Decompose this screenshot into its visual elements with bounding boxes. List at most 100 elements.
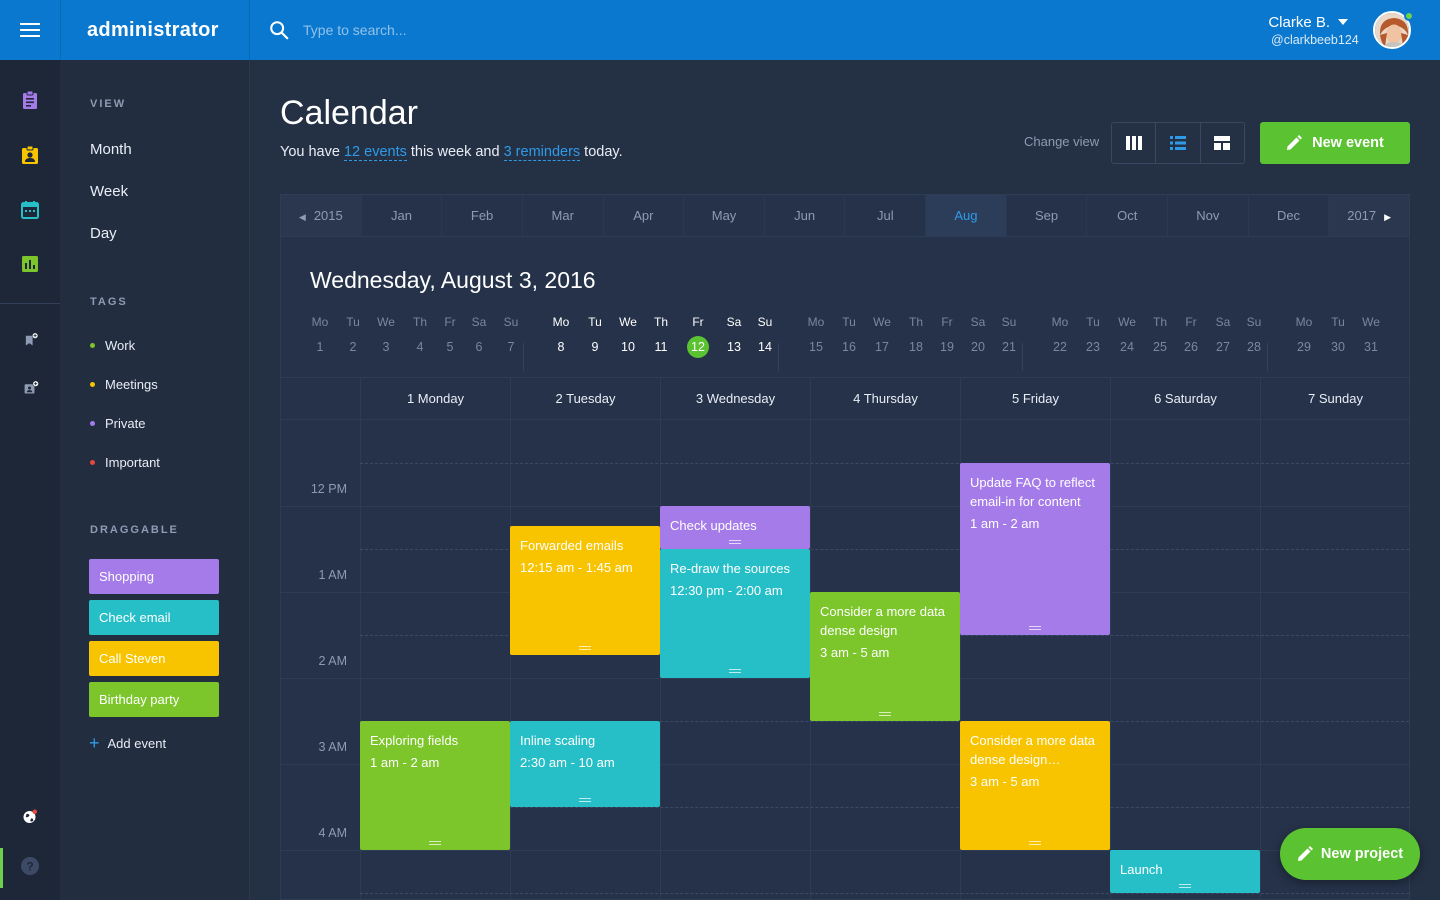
columns-view-button[interactable] — [1112, 123, 1157, 163]
calendar-event[interactable]: Consider a more data dense design 3 am - … — [810, 592, 960, 721]
tag-work[interactable]: Work — [90, 338, 135, 353]
mini-calendar-day[interactable]: Fr 12 — [683, 315, 713, 358]
calendar-event[interactable]: Forwarded emails 12:15 am - 1:45 am — [510, 525, 660, 655]
calendar-event[interactable]: Launch — [1110, 850, 1260, 893]
day-column-header[interactable]: 2 Tuesday — [510, 378, 660, 420]
mini-calendar-day[interactable]: Tu 9 — [580, 315, 610, 358]
month-feb[interactable]: Feb — [442, 195, 523, 236]
mini-calendar-day[interactable]: Sa 20 — [963, 315, 993, 358]
calendar-event[interactable]: Consider a more data dense design… 3 am -… — [960, 721, 1110, 850]
clipboard-icon[interactable] — [20, 90, 40, 110]
month-jul[interactable]: Jul — [845, 195, 927, 236]
mini-calendar-day[interactable]: Su 28 — [1239, 315, 1269, 358]
resize-handle-icon[interactable] — [579, 645, 591, 650]
next-year-button[interactable]: 2017 ▶ — [1329, 195, 1409, 236]
mini-calendar-day[interactable]: Mo 8 — [546, 315, 576, 358]
bar-chart-icon[interactable] — [20, 254, 40, 274]
tag-private[interactable]: Private — [90, 416, 145, 431]
tag-important[interactable]: Important — [90, 455, 160, 470]
resize-handle-icon[interactable] — [1029, 841, 1041, 845]
mini-calendar-day[interactable]: Mo 22 — [1045, 315, 1075, 358]
view-day-link[interactable]: Day — [90, 225, 117, 242]
calendar-event[interactable]: Check updates — [660, 506, 810, 549]
mini-calendar-day[interactable]: Tu 16 — [834, 315, 864, 358]
month-nov[interactable]: Nov — [1168, 195, 1249, 236]
month-jun[interactable]: Jun — [765, 195, 846, 236]
mini-calendar-day[interactable]: Tu 23 — [1078, 315, 1108, 358]
resize-handle-icon[interactable] — [879, 712, 891, 716]
draggable-birthday-party[interactable]: Birthday party — [89, 682, 219, 717]
mini-calendar-day[interactable]: Th 18 — [901, 315, 931, 358]
month-may[interactable]: May — [684, 195, 765, 236]
month-sep[interactable]: Sep — [1007, 195, 1088, 236]
mini-calendar-day[interactable]: Th 25 — [1145, 315, 1175, 358]
new-project-button[interactable]: New project — [1280, 828, 1420, 880]
search-input[interactable] — [303, 18, 703, 42]
month-aug[interactable]: Aug — [926, 195, 1007, 236]
calendar-event[interactable]: Inline scaling 2:30 am - 10 am — [510, 721, 660, 807]
day-column-header[interactable]: 4 Thursday — [810, 378, 960, 420]
bookmark-add-icon[interactable] — [20, 332, 40, 352]
month-oct[interactable]: Oct — [1087, 195, 1169, 236]
events-link[interactable]: 12 events — [343, 144, 407, 161]
mini-calendar-day[interactable]: Th 11 — [646, 315, 676, 358]
mini-calendar-day[interactable]: We 10 — [613, 315, 643, 358]
resize-handle-icon[interactable] — [1179, 884, 1191, 888]
prev-year-button[interactable]: ◀ 2015 — [281, 195, 362, 236]
mini-calendar-day[interactable]: Sa 13 — [719, 315, 749, 358]
day-column-header[interactable]: 6 Saturday — [1110, 378, 1260, 420]
mini-calendar-day[interactable]: We 31 — [1356, 315, 1386, 358]
month-jan[interactable]: Jan — [362, 195, 443, 236]
chevron-down-icon[interactable] — [1338, 19, 1348, 25]
draggable-call-steven[interactable]: Call Steven — [89, 641, 219, 676]
mini-calendar-day[interactable]: Tu 30 — [1323, 315, 1353, 358]
menu-icon[interactable] — [0, 0, 60, 60]
mini-calendar-day[interactable]: Mo 15 — [801, 315, 831, 358]
user-name[interactable]: Clarke B. — [1268, 14, 1330, 31]
mini-calendar-day[interactable]: Mo 1 — [305, 315, 335, 358]
reminders-link[interactable]: 3 reminders — [503, 144, 581, 161]
mini-calendar-day[interactable]: Fr 5 — [435, 315, 465, 358]
view-month-link[interactable]: Month — [90, 141, 132, 158]
resize-handle-icon[interactable] — [579, 798, 591, 802]
mini-calendar-day[interactable]: Fr 19 — [932, 315, 962, 358]
day-column-header[interactable]: 3 Wednesday — [660, 378, 810, 420]
resize-handle-icon[interactable] — [429, 841, 441, 845]
day-column-header[interactable]: 1 Monday — [360, 378, 510, 420]
dashboard-view-button[interactable] — [1201, 123, 1244, 163]
contact-add-icon[interactable] — [20, 380, 40, 400]
help-icon[interactable]: ? — [20, 856, 40, 876]
view-week-link[interactable]: Week — [90, 183, 128, 200]
globe-icon[interactable] — [20, 808, 40, 828]
mini-calendar-day[interactable]: Sa 27 — [1208, 315, 1238, 358]
resize-handle-icon[interactable] — [729, 540, 741, 544]
day-column-header[interactable]: 7 Sunday — [1260, 378, 1409, 420]
resize-handle-icon[interactable] — [729, 669, 741, 673]
mini-calendar-day[interactable]: Su 21 — [994, 315, 1024, 358]
mini-calendar-day[interactable]: Fr 26 — [1176, 315, 1206, 358]
list-view-button[interactable] — [1156, 123, 1201, 163]
resize-handle-icon[interactable] — [1029, 626, 1041, 630]
day-column-header[interactable]: 5 Friday — [960, 378, 1110, 420]
mini-calendar-day[interactable]: We 3 — [371, 315, 401, 358]
mini-calendar-day[interactable]: We 17 — [867, 315, 897, 358]
draggable-shopping[interactable]: Shopping — [89, 559, 219, 594]
mini-calendar-day[interactable]: Su 7 — [496, 315, 526, 358]
mini-calendar-day[interactable]: Th 4 — [405, 315, 435, 358]
calendar-event[interactable]: Re-draw the sources 12:30 pm - 2:00 am — [660, 549, 810, 678]
draggable-check-email[interactable]: Check email — [89, 600, 219, 635]
calendar-icon[interactable] — [20, 200, 40, 220]
calendar-event[interactable]: Exploring fields 1 am - 2 am — [360, 721, 510, 850]
month-mar[interactable]: Mar — [523, 195, 604, 236]
mini-calendar-day[interactable]: Tu 2 — [338, 315, 368, 358]
month-apr[interactable]: Apr — [604, 195, 685, 236]
contact-badge-icon[interactable] — [20, 145, 40, 165]
calendar-event[interactable]: Update FAQ to reflect email-in for conte… — [960, 463, 1110, 635]
mini-calendar-day[interactable]: Sa 6 — [464, 315, 494, 358]
month-dec[interactable]: Dec — [1249, 195, 1330, 236]
add-event-button[interactable]: + Add event — [89, 734, 166, 752]
tag-meetings[interactable]: Meetings — [90, 377, 158, 392]
new-event-button[interactable]: New event — [1260, 122, 1410, 164]
mini-calendar-day[interactable]: Mo 29 — [1289, 315, 1319, 358]
mini-calendar-day[interactable]: We 24 — [1112, 315, 1142, 358]
